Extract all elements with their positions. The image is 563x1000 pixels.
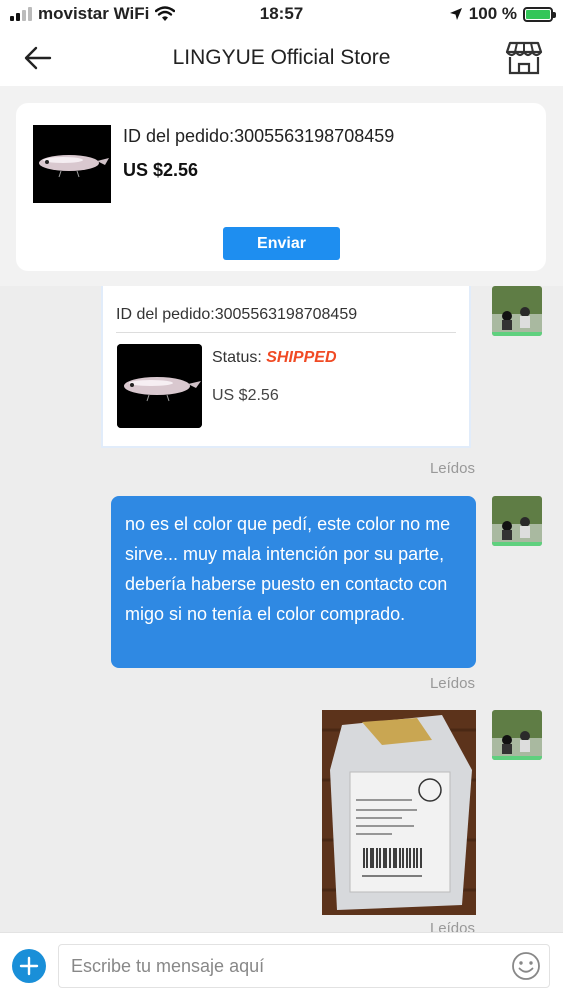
message-input[interactable] (58, 944, 550, 988)
status-badge: SHIPPED (266, 349, 337, 366)
store-icon (505, 41, 543, 75)
emoji-button[interactable] (511, 951, 541, 981)
battery-icon (523, 6, 556, 22)
avatar[interactable] (492, 286, 542, 336)
read-receipt: Leídos (429, 920, 475, 932)
status-label: Status: (212, 349, 267, 366)
avatar[interactable] (492, 496, 542, 546)
plus-icon (19, 956, 39, 976)
message-bubble[interactable]: no es el color que pedí, este color no m… (111, 496, 476, 668)
smiley-icon (512, 952, 540, 980)
product-image[interactable] (33, 125, 111, 203)
message-input-bar (0, 932, 563, 1000)
header: LINGYUE Official Store (0, 30, 563, 86)
order-message[interactable]: ID del pedido:3005563198708459 Status: S… (101, 286, 471, 448)
order-message-id: ID del pedido:3005563198708459 (116, 306, 358, 323)
status-right: 100 % (449, 4, 556, 24)
divider (116, 332, 456, 333)
order-message-price: US $2.56 (212, 387, 279, 404)
order-price: US $2.56 (123, 160, 199, 180)
page-title: LINGYUE Official Store (172, 46, 391, 69)
chat-area[interactable]: ID del pedido:3005563198708459 Status: S… (0, 286, 563, 932)
avatar[interactable] (492, 710, 542, 760)
add-attachment-button[interactable] (12, 949, 46, 983)
location-icon (449, 8, 462, 20)
order-id: ID del pedido:3005563198708459 (123, 126, 395, 146)
status-bar: movistar WiFi 18:57 100 % (0, 0, 563, 30)
send-order-button[interactable]: Enviar (223, 227, 340, 260)
order-message-product-image[interactable] (117, 344, 202, 428)
read-receipt: Leídos (429, 460, 475, 477)
order-status: Status: SHIPPED (212, 349, 337, 367)
store-button[interactable] (505, 40, 543, 76)
battery-label: 100 % (468, 4, 517, 23)
order-card: ID del pedido:3005563198708459 US $2.56 … (16, 103, 546, 271)
read-receipt: Leídos (429, 675, 475, 692)
photo-message[interactable] (322, 710, 476, 915)
